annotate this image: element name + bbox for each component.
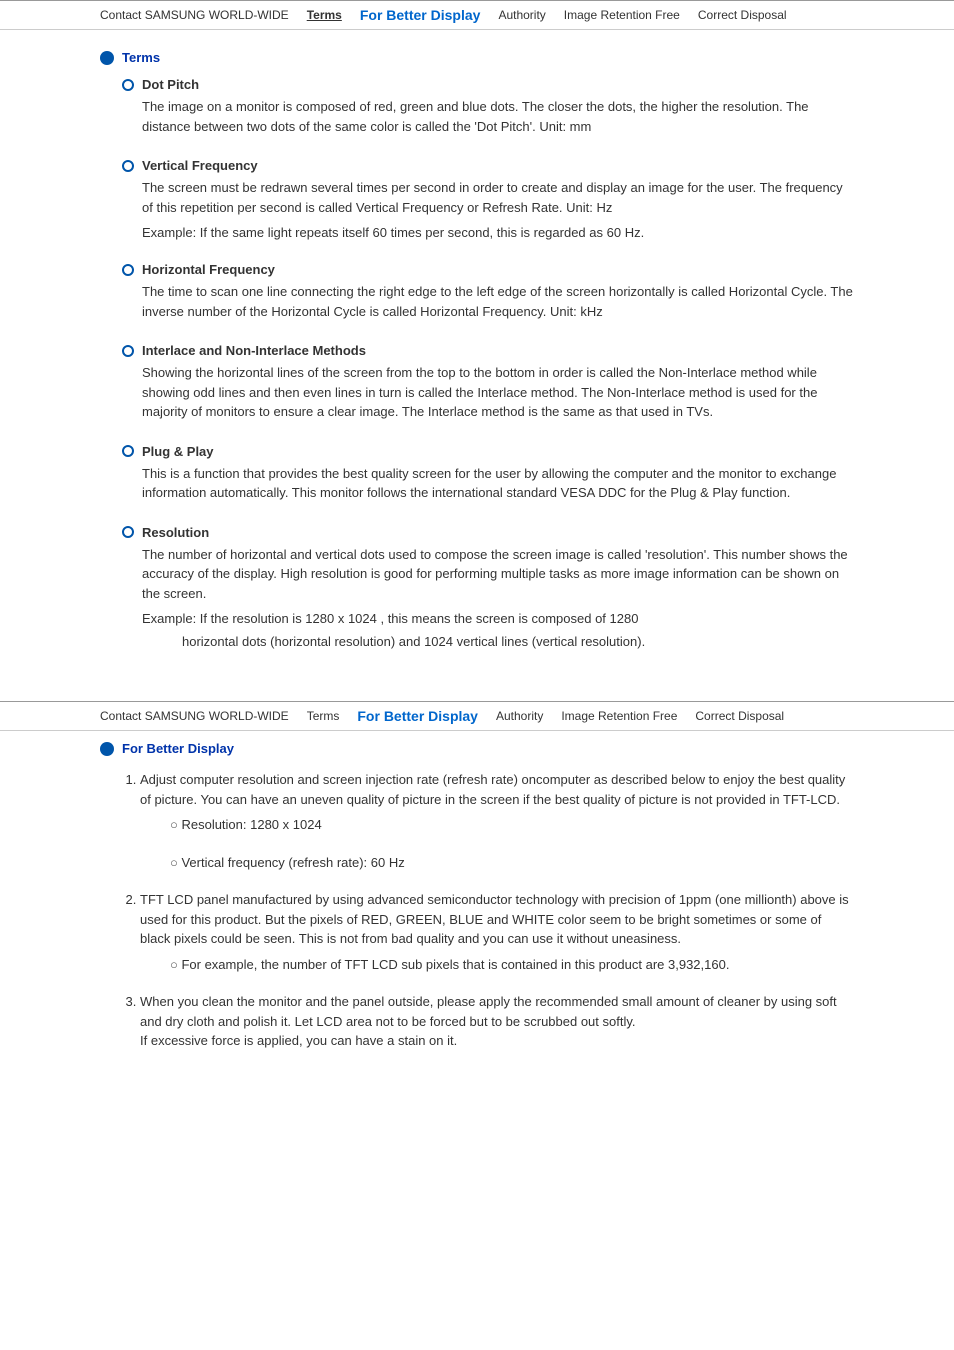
list-item-2-body: TFT LCD panel manufactured by using adva…	[140, 892, 849, 946]
nav-terms[interactable]: Terms	[307, 8, 342, 22]
list-item-1-subitems: Resolution: 1280 x 1024 Vertical frequen…	[170, 815, 854, 872]
dot-pitch-title-row: Dot Pitch	[122, 77, 854, 92]
plug-play-icon	[122, 445, 134, 457]
dot-pitch-icon	[122, 79, 134, 91]
horiz-freq-icon	[122, 264, 134, 276]
term-dot-pitch: Dot Pitch The image on a monitor is comp…	[122, 77, 854, 136]
list-item-2: TFT LCD panel manufactured by using adva…	[140, 890, 854, 974]
nav2-contact[interactable]: Contact SAMSUNG WORLD-WIDE	[100, 709, 289, 723]
interlace-title-row: Interlace and Non-Interlace Methods	[122, 343, 854, 358]
resolution-icon	[122, 526, 134, 538]
nav2-image-retention[interactable]: Image Retention Free	[561, 709, 677, 723]
for-better-title-row: For Better Display	[100, 741, 854, 756]
bottom-nav-bar: Contact SAMSUNG WORLD-WIDE Terms For Bet…	[0, 701, 954, 731]
subitem-sub-pixels: For example, the number of TFT LCD sub p…	[170, 955, 854, 975]
subitem-refresh-rate: Vertical frequency (refresh rate): 60 Hz	[170, 853, 854, 873]
nav2-correct-disposal[interactable]: Correct Disposal	[695, 709, 784, 723]
resolution-title: Resolution	[142, 525, 209, 540]
term-vertical-frequency: Vertical Frequency The screen must be re…	[122, 158, 854, 240]
for-better-icon	[100, 742, 114, 756]
for-better-section: For Better Display Adjust computer resol…	[0, 731, 954, 1099]
subitem-resolution: Resolution: 1280 x 1024	[170, 815, 854, 835]
nav2-terms[interactable]: Terms	[307, 709, 340, 723]
interlace-body: Showing the horizontal lines of the scre…	[142, 363, 854, 422]
resolution-example-line2: horizontal dots (horizontal resolution) …	[182, 634, 854, 649]
plug-play-title: Plug & Play	[142, 444, 214, 459]
terms-icon	[100, 51, 114, 65]
list-item-2-subitems: For example, the number of TFT LCD sub p…	[170, 955, 854, 975]
vertical-freq-body: The screen must be redrawn several times…	[142, 178, 854, 217]
resolution-title-row: Resolution	[122, 525, 854, 540]
resolution-body: The number of horizontal and vertical do…	[142, 545, 854, 604]
resolution-example-line1: Example: If the resolution is 1280 x 102…	[142, 611, 854, 626]
nav-authority[interactable]: Authority	[498, 8, 545, 22]
term-interlace: Interlace and Non-Interlace Methods Show…	[122, 343, 854, 422]
dot-pitch-title: Dot Pitch	[142, 77, 199, 92]
plug-play-body: This is a function that provides the bes…	[142, 464, 854, 503]
plug-play-title-row: Plug & Play	[122, 444, 854, 459]
top-nav-bar: Contact SAMSUNG WORLD-WIDE Terms For Bet…	[0, 0, 954, 30]
list-item-1: Adjust computer resolution and screen in…	[140, 770, 854, 872]
nav2-for-better[interactable]: For Better Display	[357, 708, 478, 724]
list-item-3: When you clean the monitor and the panel…	[140, 992, 854, 1051]
nav-for-better[interactable]: For Better Display	[360, 7, 481, 23]
list-item-3-body: When you clean the monitor and the panel…	[140, 994, 837, 1048]
term-resolution: Resolution The number of horizontal and …	[122, 525, 854, 650]
horiz-freq-title-row: Horizontal Frequency	[122, 262, 854, 277]
horiz-freq-title: Horizontal Frequency	[142, 262, 275, 277]
dot-pitch-body: The image on a monitor is composed of re…	[142, 97, 854, 136]
nav2-authority[interactable]: Authority	[496, 709, 543, 723]
term-plug-play: Plug & Play This is a function that prov…	[122, 444, 854, 503]
nav-contact[interactable]: Contact SAMSUNG WORLD-WIDE	[100, 8, 289, 22]
term-horizontal-frequency: Horizontal Frequency The time to scan on…	[122, 262, 854, 321]
interlace-icon	[122, 345, 134, 357]
vertical-freq-icon	[122, 160, 134, 172]
nav-correct-disposal[interactable]: Correct Disposal	[698, 8, 787, 22]
for-better-list: Adjust computer resolution and screen in…	[140, 770, 854, 1051]
interlace-title: Interlace and Non-Interlace Methods	[142, 343, 366, 358]
vertical-freq-title-row: Vertical Frequency	[122, 158, 854, 173]
vertical-freq-title: Vertical Frequency	[142, 158, 258, 173]
vertical-freq-example: Example: If the same light repeats itsel…	[142, 225, 854, 240]
horiz-freq-body: The time to scan one line connecting the…	[142, 282, 854, 321]
list-item-1-body: Adjust computer resolution and screen in…	[140, 772, 845, 807]
terms-section: Terms Dot Pitch The image on a monitor i…	[0, 30, 954, 701]
for-better-heading: For Better Display	[122, 741, 234, 756]
nav-image-retention[interactable]: Image Retention Free	[564, 8, 680, 22]
terms-heading: Terms	[122, 50, 160, 65]
terms-title-row: Terms	[100, 50, 854, 65]
